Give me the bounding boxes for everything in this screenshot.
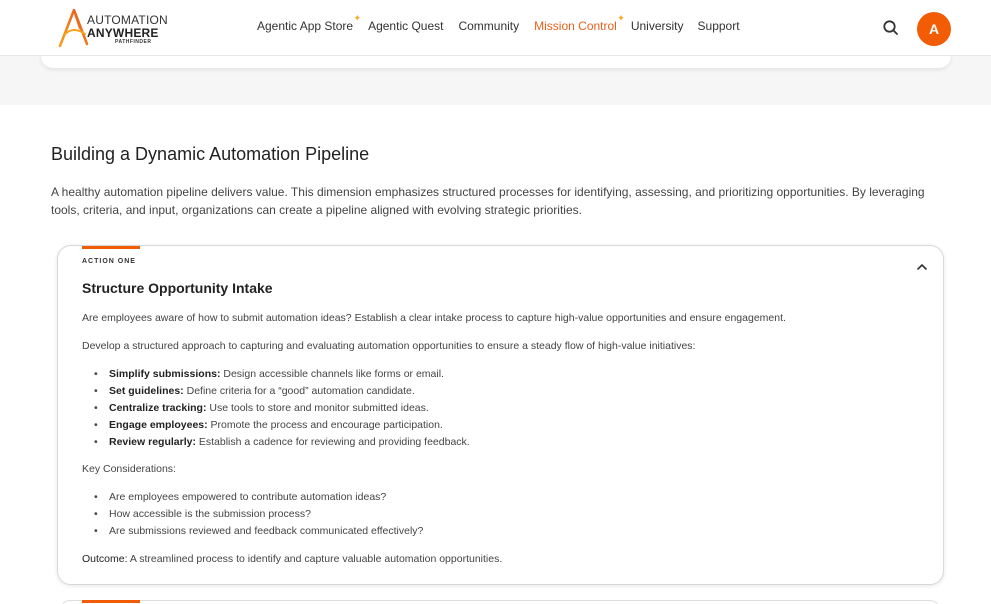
nav-label: Agentic Quest xyxy=(368,19,444,33)
step-term: Set guidelines: xyxy=(109,385,184,397)
sparkle-icon: ✦ xyxy=(353,13,362,23)
logo-text-anywhere: ANYWHERE xyxy=(87,26,159,40)
consideration-text: Are submissions reviewed and feedback co… xyxy=(109,525,424,537)
step-text: Promote the process and encourage partic… xyxy=(207,419,443,431)
consideration-text: Are employees empowered to contribute au… xyxy=(109,491,387,503)
card-accent-bar xyxy=(82,246,140,249)
action-eyebrow: ACTION ONE xyxy=(82,258,136,265)
automation-anywhere-logo[interactable]: AUTOMATION ANYWHERE PATHFINDER xyxy=(57,8,168,48)
list-item: Are employees empowered to contribute au… xyxy=(94,490,423,507)
outcome-label: Outcome: xyxy=(82,553,128,565)
next-accordion-card[interactable] xyxy=(60,600,940,604)
step-term: Engage employees: xyxy=(109,419,208,431)
card-intro: Are employees aware of how to submit aut… xyxy=(82,312,786,324)
step-term: Review regularly: xyxy=(109,436,196,448)
card-title: Structure Opportunity Intake xyxy=(82,280,273,296)
outcome-line: Outcome: A streamlined process to identi… xyxy=(82,552,502,566)
list-item: Centralize tracking: Use tools to store … xyxy=(94,401,470,418)
step-term: Simplify submissions: xyxy=(109,368,221,380)
considerations-list: Are employees empowered to contribute au… xyxy=(94,490,423,541)
search-button[interactable] xyxy=(881,18,901,38)
list-item: Review regularly: Establish a cadence fo… xyxy=(94,435,470,452)
steps-list: Simplify submissions: Design accessible … xyxy=(94,367,470,452)
logo-mark-icon xyxy=(58,8,89,48)
step-text: Establish a cadence for reviewing and pr… xyxy=(195,436,470,448)
nav-mission-control[interactable]: Mission Control ✦ xyxy=(534,13,625,33)
collapse-toggle[interactable] xyxy=(915,260,929,274)
list-item: Are submissions reviewed and feedback co… xyxy=(94,524,423,541)
key-considerations-label: Key Considerations: xyxy=(82,463,176,475)
section-title: Building a Dynamic Automation Pipeline xyxy=(51,144,370,164)
outcome-text: A streamlined process to identify and ca… xyxy=(127,553,503,565)
user-avatar[interactable]: A xyxy=(917,12,951,46)
step-text: Use tools to store and monitor submitted… xyxy=(206,402,429,414)
nav-support[interactable]: Support xyxy=(698,19,740,33)
section-description: A healthy automation pipeline delivers v… xyxy=(51,185,925,217)
consideration-text: How accessible is the submission process… xyxy=(109,508,311,520)
search-icon xyxy=(883,20,898,35)
nav-label: Community xyxy=(458,19,520,33)
action-accordion-card: ACTION ONE Structure Opportunity Intake … xyxy=(57,245,944,585)
sparkle-icon: ✦ xyxy=(617,13,625,23)
nav-label: Agentic App Store xyxy=(257,19,354,33)
step-text: Design accessible channels like forms or… xyxy=(220,368,444,380)
nav-label: University xyxy=(630,19,684,33)
nav-university[interactable]: University xyxy=(631,19,684,33)
nav-agentic-app-store[interactable]: Agentic App Store ✦ xyxy=(257,13,361,33)
list-item: Set guidelines: Define criteria for a “g… xyxy=(94,384,470,401)
logo-text-pathfinder: PATHFINDER xyxy=(115,39,152,45)
site-header: AUTOMATION ANYWHERE PATHFINDER Agentic A… xyxy=(0,0,991,56)
nav-label: Mission Control xyxy=(534,19,617,33)
nav-community[interactable]: Community xyxy=(458,19,519,33)
previous-section-band xyxy=(0,46,991,105)
chevron-up-icon xyxy=(917,264,927,270)
nav-label: Support xyxy=(697,19,740,33)
logo-text-automation: AUTOMATION xyxy=(87,13,168,27)
main-nav: Agentic App Store ✦ Agentic Quest Commun… xyxy=(257,13,740,33)
card-accent-bar xyxy=(82,600,140,603)
step-text: Define criteria for a “good” automation … xyxy=(183,385,415,397)
card-approach: Develop a structured approach to capturi… xyxy=(82,340,696,352)
list-item: How accessible is the submission process… xyxy=(94,507,423,524)
list-item: Engage employees: Promote the process an… xyxy=(94,418,470,435)
step-term: Centralize tracking: xyxy=(109,402,207,414)
nav-agentic-quest[interactable]: Agentic Quest xyxy=(368,19,443,33)
list-item: Simplify submissions: Design accessible … xyxy=(94,367,470,384)
